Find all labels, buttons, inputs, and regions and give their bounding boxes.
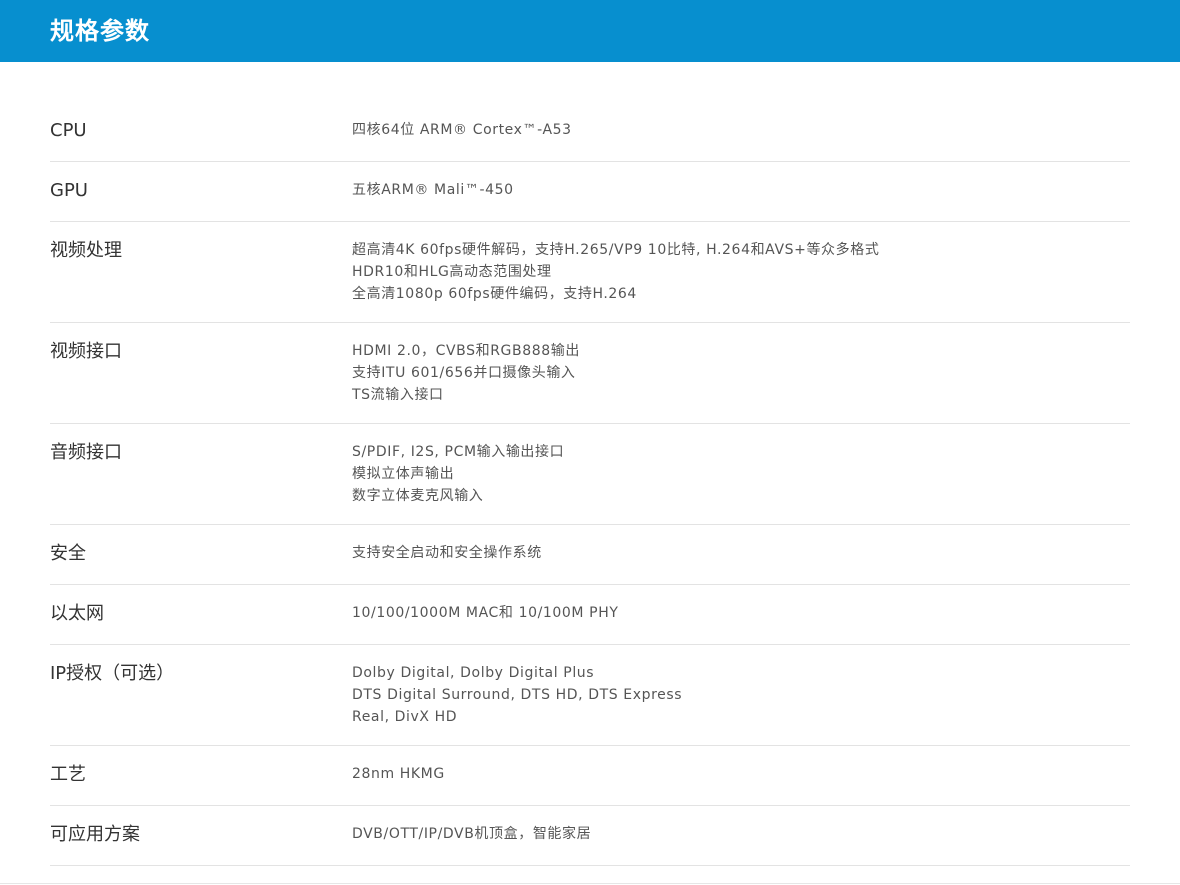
spec-value-line: 五核ARM® Mali™-450 [352,182,514,198]
spec-values: 10/100/1000M MAC和 10/100M PHY [352,600,1130,624]
spec-value-line: 超高清4K 60fps硬件解码，支持H.265/VP9 10比特, H.264和… [352,242,880,258]
spec-label: 视频接口 [50,341,122,362]
bottom-divider [0,883,1180,884]
spec-values: HDMI 2.0，CVBS和RGB888输出 支持ITU 601/656并口摄像… [352,338,1130,406]
spec-label: 工艺 [50,764,86,785]
spec-value-line: HDMI 2.0，CVBS和RGB888输出 [352,343,580,359]
spec-value-line: DTS Digital Surround, DTS HD, DTS Expres… [352,687,683,703]
spec-row-video-processing: 视频处理 超高清4K 60fps硬件解码，支持H.265/VP9 10比特, H… [50,222,1130,323]
spec-value-line: TS流输入接口 [352,387,444,403]
spec-value-line: 模拟立体声输出 [352,466,455,482]
spec-label: 可应用方案 [50,824,140,845]
spec-values: Dolby Digital, Dolby Digital Plus DTS Di… [352,660,1130,728]
spec-label: 视频处理 [50,240,122,261]
spec-value-line: 28nm HKMG [352,766,445,782]
page-title: 规格参数 [50,17,150,45]
spec-row-applications: 可应用方案 DVB/OTT/IP/DVB机顶盒，智能家居 [50,806,1130,866]
spec-values: 五核ARM® Mali™-450 [352,177,1130,201]
spec-value-line: S/PDIF, I2S, PCM输入输出接口 [352,444,565,460]
spec-value-line: HDR10和HLG高动态范围处理 [352,264,552,280]
spec-table: CPU 四核64位 ARM® Cortex™-A53 GPU 五核ARM® Ma… [50,102,1130,866]
spec-label: 以太网 [50,603,104,624]
spec-label: GPU [50,180,88,201]
spec-row-process: 工艺 28nm HKMG [50,746,1130,806]
spec-value-line: 支持ITU 601/656并口摄像头输入 [352,365,576,381]
spec-value-line: 支持安全启动和安全操作系统 [352,545,542,561]
spec-values: 超高清4K 60fps硬件解码，支持H.265/VP9 10比特, H.264和… [352,237,1130,305]
spec-row-ip-license: IP授权（可选） Dolby Digital, Dolby Digital Pl… [50,645,1130,746]
page-header: 规格参数 [0,0,1180,62]
spec-values: S/PDIF, I2S, PCM输入输出接口 模拟立体声输出 数字立体麦克风输入 [352,439,1130,507]
spec-row-video-interface: 视频接口 HDMI 2.0，CVBS和RGB888输出 支持ITU 601/65… [50,323,1130,424]
spec-value-line: 四核64位 ARM® Cortex™-A53 [352,122,572,138]
spec-value-line: 数字立体麦克风输入 [352,488,484,504]
spec-label: 音频接口 [50,442,122,463]
spec-value-line: Real, DivX HD [352,709,458,725]
spec-value-line: Dolby Digital, Dolby Digital Plus [352,665,595,681]
spec-label: CPU [50,120,87,141]
spec-label: IP授权（可选） [50,663,175,684]
spec-values: 28nm HKMG [352,761,1130,785]
spec-value-line: DVB/OTT/IP/DVB机顶盒，智能家居 [352,826,592,842]
spec-value-line: 全高清1080p 60fps硬件编码，支持H.264 [352,286,637,302]
spec-row-ethernet: 以太网 10/100/1000M MAC和 10/100M PHY [50,585,1130,645]
spec-values: 支持安全启动和安全操作系统 [352,540,1130,564]
spec-row-security: 安全 支持安全启动和安全操作系统 [50,525,1130,585]
spec-row-cpu: CPU 四核64位 ARM® Cortex™-A53 [50,102,1130,162]
spec-values: 四核64位 ARM® Cortex™-A53 [352,117,1130,141]
spec-values: DVB/OTT/IP/DVB机顶盒，智能家居 [352,821,1130,845]
spec-row-audio-interface: 音频接口 S/PDIF, I2S, PCM输入输出接口 模拟立体声输出 数字立体… [50,424,1130,525]
spec-row-gpu: GPU 五核ARM® Mali™-450 [50,162,1130,222]
spec-value-line: 10/100/1000M MAC和 10/100M PHY [352,605,619,621]
spec-label: 安全 [50,543,86,564]
